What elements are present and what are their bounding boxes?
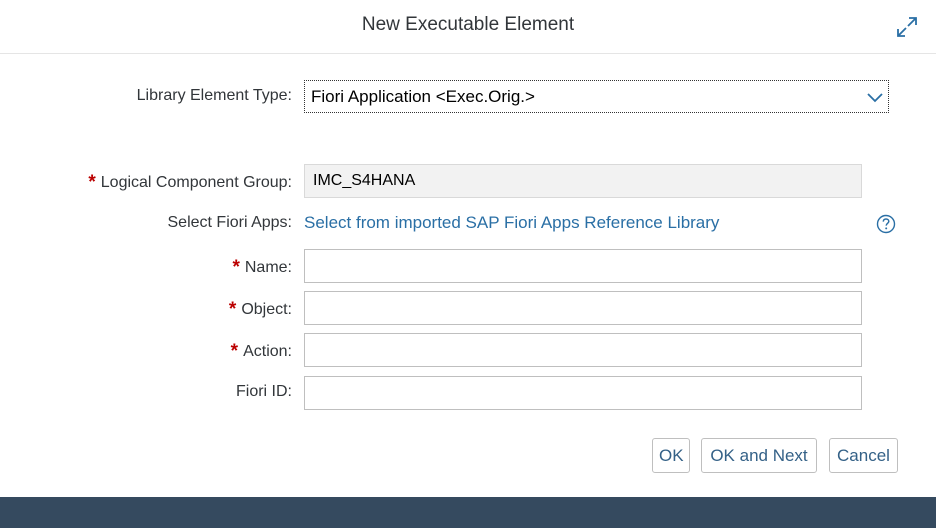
action-field[interactable] [304, 333, 862, 367]
library-element-type-label: Library Element Type: [136, 87, 292, 104]
action-label: * Action: [230, 341, 292, 362]
name-input[interactable] [305, 250, 861, 282]
required-indicator: * [88, 172, 96, 193]
select-fiori-apps-label: Select Fiori Apps: [167, 214, 293, 231]
library-element-type-select[interactable]: Fiori Application <Exec.Orig.> [304, 80, 889, 113]
dialog-header: New Executable Element [0, 0, 936, 54]
resize-icon[interactable] [896, 16, 918, 38]
logical-component-group-input[interactable] [305, 165, 861, 197]
ok-and-next-button[interactable]: OK and Next [701, 438, 817, 473]
logical-component-group-field[interactable] [304, 164, 862, 198]
fiori-id-input[interactable] [305, 377, 861, 409]
object-input[interactable] [305, 292, 861, 324]
cancel-button[interactable]: Cancel [829, 438, 898, 473]
ok-button[interactable]: OK [652, 438, 690, 473]
name-label: * Name: [232, 257, 292, 278]
library-element-type-value: Fiori Application <Exec.Orig.> [311, 87, 535, 106]
logical-component-group-label: * Logical Component Group: [88, 172, 292, 193]
help-icon[interactable] [876, 214, 896, 234]
chevron-down-icon[interactable] [866, 89, 884, 105]
name-field[interactable] [304, 249, 862, 283]
fiori-library-link[interactable]: Select from imported SAP Fiori Apps Refe… [304, 213, 719, 233]
fiori-id-field[interactable] [304, 376, 862, 410]
required-indicator: * [230, 341, 239, 362]
fiori-id-label: Fiori ID: [236, 383, 292, 400]
footer-bar [0, 497, 936, 528]
required-indicator: * [232, 257, 240, 278]
object-label: * Object: [228, 299, 292, 320]
dialog-title: New Executable Element [361, 14, 575, 35]
dialog: New Executable Element Library Element T… [0, 0, 936, 497]
action-input[interactable] [305, 334, 861, 366]
required-indicator: * [228, 299, 237, 320]
object-field[interactable] [304, 291, 862, 325]
